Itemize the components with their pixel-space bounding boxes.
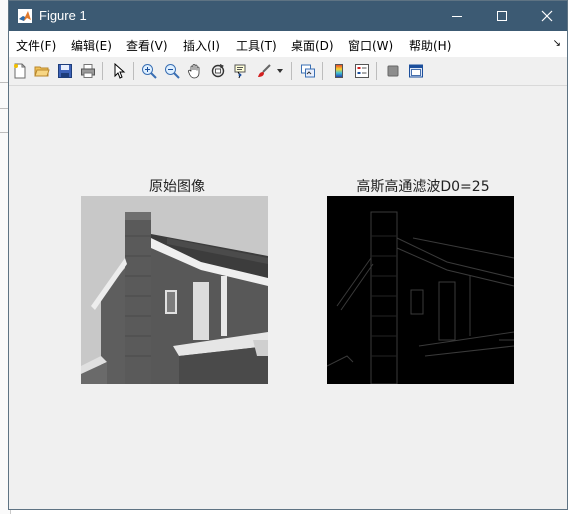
printer-icon <box>81 64 95 78</box>
zoom-in-icon <box>142 64 157 79</box>
rotate-3d-icon <box>211 64 225 78</box>
zoom-in-button[interactable] <box>139 61 159 81</box>
legend-icon <box>355 64 369 78</box>
filtered-image <box>327 196 514 384</box>
title-bar[interactable]: Figure 1 <box>9 1 567 31</box>
toolbar-separator <box>322 62 323 80</box>
pointer-arrow-icon <box>114 63 126 79</box>
new-figure-button[interactable] <box>10 61 30 81</box>
maximize-button[interactable] <box>479 1 524 31</box>
menu-insert[interactable]: 插入(I) <box>183 37 220 54</box>
menu-help[interactable]: 帮助(H) <box>409 37 451 54</box>
print-button[interactable] <box>78 61 98 81</box>
matlab-icon <box>18 9 32 23</box>
edit-plot-button[interactable] <box>109 61 129 81</box>
toolbar-separator <box>102 62 103 80</box>
house-photo <box>81 196 268 384</box>
zoom-out-button[interactable] <box>162 61 182 81</box>
menu-file[interactable]: 文件(F) <box>16 37 56 54</box>
data-cursor-icon <box>234 64 246 79</box>
filtered-photo <box>327 196 514 384</box>
window-title: Figure 1 <box>39 8 87 23</box>
close-icon <box>541 10 552 22</box>
link-plot-button[interactable] <box>298 61 318 81</box>
menu-view[interactable]: 查看(V) <box>126 37 168 54</box>
menu-bar: 文件(F) 编辑(E) 查看(V) 插入(I) 工具(T) 桌面(D) 窗口(W… <box>9 31 567 57</box>
save-button[interactable] <box>55 61 75 81</box>
dock-arrow-icon[interactable]: ↘ <box>553 38 561 49</box>
open-file-button[interactable] <box>32 61 52 81</box>
original-image <box>81 196 268 384</box>
data-cursor-button[interactable] <box>231 61 251 81</box>
insert-legend-button[interactable] <box>352 61 372 81</box>
axes-2-title: 高斯高通滤波D0=25 <box>356 179 490 195</box>
save-icon <box>58 64 72 78</box>
minimize-button[interactable] <box>434 1 479 31</box>
folder-icon <box>34 66 50 77</box>
link-plot-icon <box>301 64 315 78</box>
brush-dropdown[interactable] <box>275 61 285 81</box>
brush-button[interactable] <box>254 61 274 81</box>
hand-icon <box>188 64 200 79</box>
hide-plot-tools-icon <box>387 65 399 77</box>
show-plot-tools-icon <box>409 64 423 78</box>
brush-icon <box>258 64 271 77</box>
menu-window[interactable]: 窗口(W) <box>348 37 393 54</box>
menu-tools[interactable]: 工具(T) <box>236 37 277 54</box>
colorbar-icon <box>335 64 343 78</box>
toolbar-separator <box>291 62 292 80</box>
figure-window: Figure 1 文件(F) 编辑(E) 查看(V) 插入(I) 工具(T) 桌… <box>8 0 568 510</box>
minimize-icon <box>451 16 462 17</box>
zoom-out-icon <box>165 64 180 79</box>
axes-1-title: 原始图像 <box>149 179 205 195</box>
show-plot-tools-button[interactable] <box>406 61 426 81</box>
pan-button[interactable] <box>185 61 205 81</box>
new-file-icon <box>14 63 26 79</box>
menu-desktop[interactable]: 桌面(D) <box>291 37 334 54</box>
maximize-icon <box>496 11 507 21</box>
hide-plot-tools-button[interactable] <box>383 61 403 81</box>
close-button[interactable] <box>524 1 569 31</box>
toolbar-separator <box>133 62 134 80</box>
toolbar <box>9 57 567 86</box>
chevron-down-icon <box>277 69 283 73</box>
toolbar-separator <box>376 62 377 80</box>
menu-edit[interactable]: 编辑(E) <box>71 37 112 54</box>
insert-colorbar-button[interactable] <box>329 61 349 81</box>
rotate-3d-button[interactable] <box>208 61 228 81</box>
